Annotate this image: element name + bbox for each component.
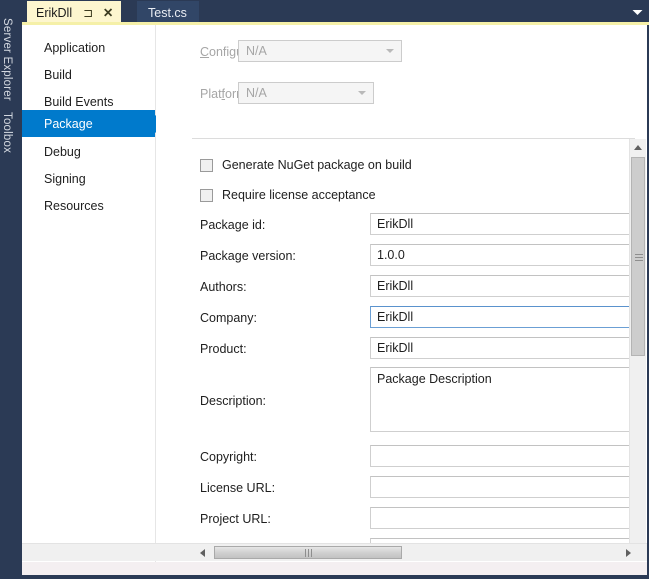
scroll-left-arrow-icon[interactable] [194,545,210,560]
generate-nuget-package-label: Generate NuGet package on build [222,158,412,172]
sidebar-item-application[interactable]: Application [22,34,155,61]
package-version-input[interactable]: 1.0.0 [370,244,636,266]
editor-tab-bar: ErikDll ⊐ ✕ Test.cs [22,0,649,25]
license-url-label: License URL: [200,481,276,495]
company-label: Company: [200,311,257,325]
configuration-dropdown[interactable]: N/A [238,40,402,62]
platform-value: N/A [246,86,267,100]
sidebar-item-application-label: Application [44,40,106,55]
vertical-scrollbar[interactable] [629,139,646,555]
scrollbar-grip-icon [635,254,643,261]
authors-input[interactable]: ErikDll [370,275,636,297]
chevron-down-icon [358,91,366,95]
left-dock-strip: Server Explorer Toolbox [0,0,22,579]
scroll-up-arrow-icon[interactable] [630,139,646,155]
require-license-acceptance-label: Require license acceptance [222,188,376,202]
platform-label-rest: Plat [200,87,222,101]
platform-dropdown[interactable]: N/A [238,82,374,104]
tab-erikdll-label: ErikDll [36,6,73,20]
sidebar-item-build-label: Build [44,67,72,82]
project-url-label: Project URL: [200,512,271,526]
visual-studio-window: Server Explorer Toolbox ErikDll ⊐ ✕ Test… [0,0,649,579]
sidebar-item-signing[interactable]: Signing [22,165,155,192]
horizontal-scrollbar[interactable] [22,543,647,561]
package-settings-panel: Configuration: N/A Platform: N/A Gener [156,25,647,575]
project-properties-page: Application Build Build Events Package D… [22,25,647,575]
package-id-input[interactable]: ErikDll [370,213,636,235]
scroll-right-arrow-icon[interactable] [620,545,636,560]
horizontal-scrollbar-thumb[interactable] [214,546,402,559]
chevron-down-icon[interactable] [628,4,646,21]
package-id-label: Package id: [200,218,266,232]
sidebar-item-resources-label: Resources [44,198,104,213]
company-input[interactable]: ErikDll [370,306,636,328]
dock-tab-toolbox-label: Toolbox [1,112,13,154]
pin-icon[interactable]: ⊐ [81,6,95,20]
sidebar-item-debug[interactable]: Debug [22,138,155,165]
copyright-input[interactable] [370,445,636,467]
description-textarea[interactable]: Package Description [370,367,636,432]
sidebar-item-debug-label: Debug [44,144,81,159]
authors-label: Authors: [200,280,247,294]
horizontal-scrollbar-track[interactable] [194,544,637,561]
project-url-input[interactable] [370,507,636,529]
vertical-scrollbar-thumb[interactable] [631,157,645,356]
product-input[interactable]: ErikDll [370,337,636,359]
require-license-acceptance-checkbox-row[interactable]: Require license acceptance [200,186,376,204]
product-label: Product: [200,342,247,356]
sidebar-item-package[interactable]: Package [22,110,155,137]
close-icon[interactable]: ✕ [101,6,115,20]
package-version-label: Package version: [200,249,296,263]
sidebar-item-signing-label: Signing [44,171,86,186]
generate-nuget-package-checkbox-row[interactable]: Generate NuGet package on build [200,156,412,174]
tab-test-cs-label: Test.cs [148,6,187,20]
sidebar-item-build[interactable]: Build [22,61,155,88]
settings-scroll-area: Generate NuGet package on build Require … [156,139,647,555]
description-label: Description: [200,394,266,408]
chevron-down-icon [386,49,394,53]
sidebar-item-resources[interactable]: Resources [22,192,155,219]
configuration-value: N/A [246,44,267,58]
dock-tab-server-explorer-label: Server Explorer [1,18,13,101]
copyright-label: Copyright: [200,450,257,464]
sidebar-item-build-events-label: Build Events [44,94,114,109]
generate-nuget-package-checkbox[interactable] [200,158,213,172]
scrollbar-grip-icon [304,548,312,557]
sidebar-item-package-label: Package [44,116,93,131]
require-license-acceptance-checkbox[interactable] [200,188,213,202]
properties-category-list: Application Build Build Events Package D… [22,25,166,575]
license-url-input[interactable] [370,476,636,498]
page-bottom-strip [22,562,647,575]
